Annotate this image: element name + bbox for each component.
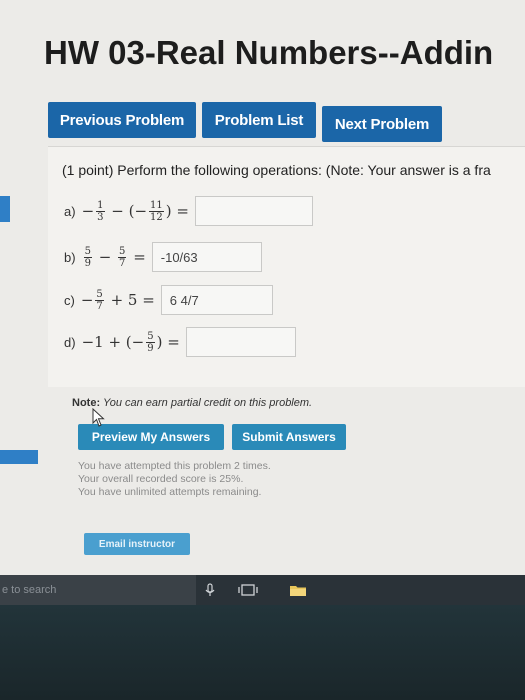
answer-input-a[interactable]	[194, 196, 313, 226]
partial-credit-note: Note: You can earn partial credit on thi…	[72, 397, 312, 409]
monitor-bezel	[0, 605, 525, 700]
task-view-icon[interactable]	[238, 583, 258, 600]
question-d: d) −1 + (− 5 9) =	[64, 327, 296, 357]
email-instructor-button[interactable]: Email instructor	[84, 533, 190, 555]
taskbar: e to search	[0, 575, 525, 605]
attempt-count: You have attempted this problem 2 times.	[78, 460, 271, 472]
answer-input-b[interactable]: -10/63	[151, 242, 262, 272]
question-label: c)	[64, 292, 75, 308]
question-label: d)	[64, 334, 76, 350]
problem-list-button[interactable]: Problem List	[202, 102, 316, 138]
taskbar-search-box[interactable]: e to search	[0, 575, 196, 605]
microphone-icon[interactable]	[205, 583, 215, 600]
question-label: a)	[64, 203, 76, 219]
file-explorer-icon[interactable]	[289, 583, 307, 600]
answer-input-d[interactable]	[185, 327, 296, 357]
question-label: b)	[64, 249, 76, 265]
question-c: c) −5 7 + 5 = 6 4/7	[64, 285, 273, 315]
note-text: You can earn partial credit on this prob…	[102, 397, 313, 409]
attempts-remaining: You have unlimited attempts remaining.	[78, 486, 262, 498]
question-a: a) −1 3 − (− 11 12) =	[64, 196, 313, 226]
sidebar-edge-bar	[0, 450, 38, 464]
browser-screen: HW 03-Real Numbers--Addin Previous Probl…	[0, 0, 525, 580]
mouse-cursor-icon	[92, 408, 105, 427]
attempt-status: You have attempted this problem 2 times.…	[78, 460, 271, 499]
answer-input-c[interactable]: 6 4/7	[160, 285, 273, 315]
page-title: HW 03-Real Numbers--Addin	[44, 34, 494, 71]
recorded-score: Your overall recorded score is 25%.	[78, 473, 244, 485]
sidebar-edge-tab[interactable]	[0, 196, 10, 222]
submit-answers-button[interactable]: Submit Answers	[232, 424, 346, 450]
question-b: b) 59 − 57 = -10/63	[64, 242, 262, 272]
previous-problem-button[interactable]: Previous Problem	[48, 102, 196, 138]
problem-intro: (1 point) Perform the following operatio…	[62, 162, 491, 178]
next-problem-button[interactable]: Next Problem	[322, 106, 442, 142]
